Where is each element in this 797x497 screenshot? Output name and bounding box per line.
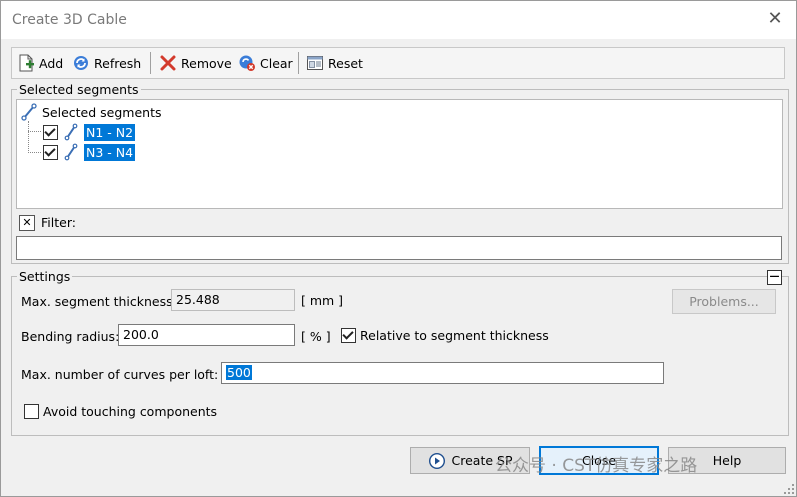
window-title: Create 3D Cable: [12, 12, 127, 28]
resize-grip-icon[interactable]: [784, 484, 794, 494]
title-bar: Create 3D Cable ✕: [1, 1, 796, 39]
segments-tree[interactable]: Selected segments N1 - N2 N3 - N4: [16, 99, 783, 209]
toolbar: Add Refresh Remove Clear Reset: [11, 47, 785, 79]
tree-guide-line: [28, 121, 29, 153]
tree-item-label: N1 - N2: [84, 123, 136, 141]
bending-radius-field[interactable]: 200.0: [118, 324, 295, 346]
tree-item-label: N3 - N4: [84, 143, 136, 161]
filter-input[interactable]: [16, 236, 782, 260]
tree-item-n1-n2[interactable]: N1 - N2: [43, 123, 136, 141]
cable-segment-icon: [20, 103, 38, 121]
reset-label: Reset: [328, 55, 363, 71]
clear-icon: [238, 54, 256, 72]
remove-x-icon: [159, 54, 177, 72]
refresh-button[interactable]: Refresh: [72, 52, 141, 74]
max-thickness-label: Max. segment thickness:: [21, 294, 177, 309]
tree-item-n3-n4[interactable]: N3 - N4: [43, 143, 136, 161]
cable-segment-icon: [62, 143, 80, 161]
create-3d-cable-dialog: Create 3D Cable ✕ Add Refresh Remove Cle…: [0, 0, 797, 497]
toolbar-separator: [298, 52, 299, 74]
toolbar-separator: [150, 52, 151, 74]
tree-root-label: Selected segments: [42, 104, 162, 120]
close-window-icon[interactable]: ✕: [766, 10, 784, 28]
refresh-icon: [72, 54, 90, 72]
play-icon: [428, 452, 446, 470]
add-document-icon: [17, 54, 35, 72]
collapse-settings-icon[interactable]: —: [767, 270, 782, 285]
clear-button[interactable]: Clear: [238, 52, 293, 74]
reset-icon: [306, 54, 324, 72]
problems-button[interactable]: Problems...: [672, 289, 776, 314]
tree-guide-line: [28, 131, 41, 132]
avoid-touching-label: Avoid touching components: [43, 404, 218, 419]
relative-thickness-label: Relative to segment thickness: [360, 328, 549, 343]
relative-thickness-checkbox[interactable]: [341, 328, 356, 343]
filter-label: Filter:: [41, 215, 76, 230]
refresh-label: Refresh: [94, 55, 142, 71]
clear-label: Clear: [260, 55, 293, 71]
max-curves-label: Max. number of curves per loft:: [21, 367, 219, 382]
bending-radius-label: Bending radius:: [21, 329, 120, 344]
watermark-text: 公众号 · CST仿真专家之路: [495, 456, 698, 476]
settings-group-label: Settings: [17, 269, 73, 284]
add-label: Add: [39, 55, 64, 71]
remove-button[interactable]: Remove: [159, 52, 232, 74]
selected-segments-group-label: Selected segments: [17, 82, 141, 97]
tree-guide-line: [28, 152, 41, 153]
remove-label: Remove: [181, 55, 232, 71]
bending-radius-unit: [ % ]: [301, 329, 331, 344]
max-curves-field[interactable]: 500: [221, 362, 664, 384]
tree-root[interactable]: Selected segments: [20, 103, 162, 121]
max-thickness-field: 25.488: [171, 289, 295, 311]
filter-clear-icon[interactable]: ✕: [19, 215, 35, 231]
max-thickness-unit: [ mm ]: [301, 293, 344, 308]
reset-button[interactable]: Reset: [306, 52, 363, 74]
tree-item-checkbox[interactable]: [43, 144, 58, 160]
avoid-touching-checkbox[interactable]: [24, 404, 39, 419]
tree-item-checkbox[interactable]: [43, 124, 58, 140]
add-button[interactable]: Add: [17, 52, 63, 74]
cable-segment-icon: [62, 123, 80, 141]
max-curves-value: 500: [226, 365, 252, 380]
